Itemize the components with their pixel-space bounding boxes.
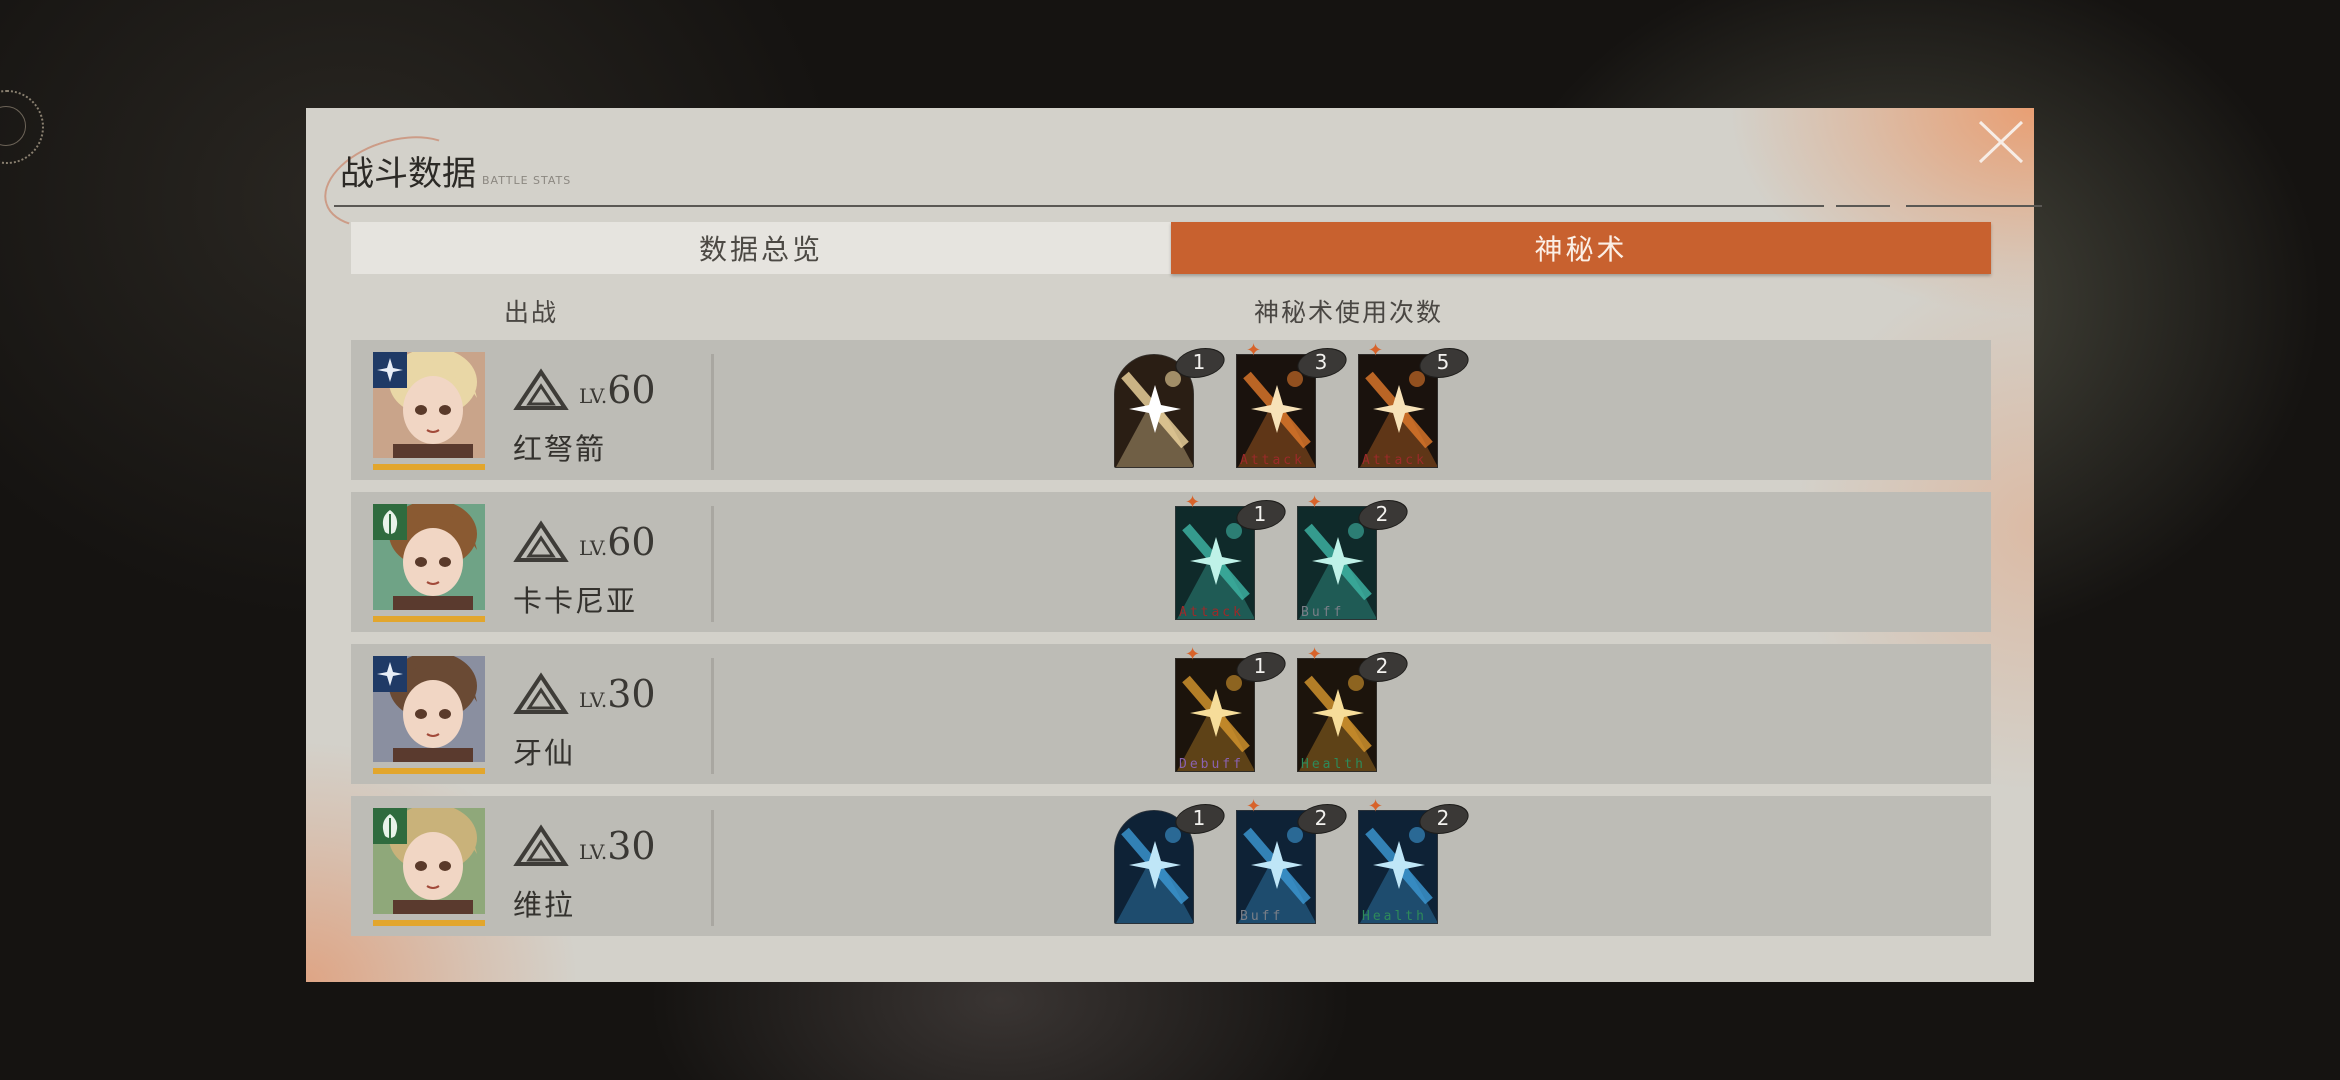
usage-count: 3: [1314, 350, 1328, 374]
insight-rank-icon: [513, 520, 569, 568]
rarity-star-icon: ✦: [1307, 492, 1323, 513]
character-portrait[interactable]: [373, 504, 485, 622]
column-header-deploy: 出战: [504, 298, 559, 327]
arcane-card-list: Debuff ✦ 1 Health ✦ 2: [1175, 646, 1413, 776]
usage-count: 1: [1253, 502, 1267, 526]
close-button[interactable]: [1964, 108, 2034, 178]
character-row: LV.60 卡卡尼亚 Attack ✦ 1 Buff ✦ 2: [351, 492, 1991, 632]
row-divider: [711, 810, 714, 926]
card-type-label: Attack: [1362, 453, 1427, 468]
afflatus-plant-icon: [373, 808, 407, 844]
row-divider: [711, 506, 714, 622]
level-number: 60: [607, 520, 656, 564]
character-name: 维拉: [513, 888, 576, 922]
rarity-star-icon: ✦: [1185, 492, 1201, 513]
usage-count: 1: [1192, 350, 1206, 374]
usage-count: 2: [1375, 654, 1389, 678]
title-subtitle: BATTLE STATS: [482, 174, 572, 187]
character-portrait[interactable]: [373, 352, 485, 470]
card-type-label: Buff: [1301, 605, 1345, 620]
afflatus-plant-icon: [373, 504, 407, 540]
level-prefix: LV.: [579, 536, 608, 560]
row-divider: [711, 658, 714, 774]
card-type-label: Debuff: [1179, 757, 1244, 772]
rarity-star-icon: ✦: [1368, 340, 1384, 361]
character-level: LV.60: [579, 368, 656, 412]
title-divider: [334, 205, 1824, 207]
afflatus-star-icon: [373, 656, 407, 692]
arcane-card-health[interactable]: Health ✦ 2: [1297, 646, 1413, 772]
arcane-card-buff[interactable]: Buff ✦ 2: [1297, 494, 1413, 620]
insight-rank-icon: [513, 824, 569, 872]
character-row: LV.30 牙仙 Debuff ✦ 1 Health ✦ 2: [351, 644, 1991, 784]
card-type-label: Health: [1301, 757, 1366, 772]
arcane-card-ultimate[interactable]: 1: [1114, 348, 1230, 468]
character-name: 红弩箭: [513, 432, 607, 466]
tab-bar: 数据总览 神秘术: [351, 222, 1991, 274]
character-row: LV.60 红弩箭 1 Attack ✦ 3 Attack ✦ 5: [351, 340, 1991, 480]
card-type-label: Health: [1362, 909, 1427, 924]
level-prefix: LV.: [579, 384, 608, 408]
character-level: LV.60: [579, 520, 656, 564]
arcane-card-buff[interactable]: Buff ✦ 2: [1236, 798, 1352, 924]
level-number: 60: [607, 368, 656, 412]
usage-count: 5: [1436, 350, 1450, 374]
rarity-star-icon: ✦: [1246, 340, 1262, 361]
insight-rank-icon: [513, 672, 569, 720]
rarity-star-icon: ✦: [1246, 796, 1262, 817]
row-divider: [711, 354, 714, 470]
rarity-star-icon: ✦: [1185, 644, 1201, 665]
background-emblem: [0, 90, 44, 164]
usage-count: 1: [1192, 806, 1206, 830]
arcane-card-health[interactable]: Health ✦ 2: [1358, 798, 1474, 924]
arcane-card-attack[interactable]: Attack ✦ 1: [1175, 494, 1291, 620]
character-level: LV.30: [579, 672, 656, 716]
arcane-card-list: 1 Buff ✦ 2 Health ✦ 2: [1114, 798, 1474, 928]
insight-rank-icon: [513, 368, 569, 416]
arcane-card-ultimate[interactable]: 1: [1114, 804, 1230, 924]
card-type-label: Attack: [1240, 453, 1305, 468]
usage-count: 1: [1253, 654, 1267, 678]
character-level: LV.30: [579, 824, 656, 868]
level-prefix: LV.: [579, 840, 608, 864]
title-text: 战斗数据: [340, 154, 476, 194]
character-name: 卡卡尼亚: [513, 584, 638, 618]
battle-stats-panel: 战斗数据 BATTLE STATS 数据总览 神秘术 出战 神秘术使用次数 LV…: [306, 108, 2042, 982]
character-row: LV.30 维拉 1 Buff ✦ 2 Health ✦ 2: [351, 796, 1991, 936]
column-header-arcane-usage: 神秘术使用次数: [1254, 298, 1444, 327]
usage-count: 2: [1375, 502, 1389, 526]
arcane-card-debuff[interactable]: Debuff ✦ 1: [1175, 646, 1291, 772]
arcane-card-list: Attack ✦ 1 Buff ✦ 2: [1175, 494, 1413, 624]
card-type-label: Buff: [1240, 909, 1284, 924]
character-name: 牙仙: [513, 736, 576, 770]
title-divider-end: [1906, 205, 2042, 207]
arcane-card-attack[interactable]: Attack ✦ 3: [1236, 342, 1352, 468]
character-portrait[interactable]: [373, 808, 485, 926]
tab-overview[interactable]: 数据总览: [351, 222, 1171, 274]
level-prefix: LV.: [579, 688, 608, 712]
rarity-star-icon: ✦: [1368, 796, 1384, 817]
character-portrait[interactable]: [373, 656, 485, 774]
level-number: 30: [607, 824, 656, 868]
title-divider-short: [1836, 205, 1890, 207]
afflatus-star-icon: [373, 352, 407, 388]
card-type-label: Attack: [1179, 605, 1244, 620]
usage-count: 2: [1436, 806, 1450, 830]
arcane-card-attack[interactable]: Attack ✦ 5: [1358, 342, 1474, 468]
level-number: 30: [607, 672, 656, 716]
tab-arcane[interactable]: 神秘术: [1171, 222, 1991, 274]
rarity-star-icon: ✦: [1307, 644, 1323, 665]
arcane-card-list: 1 Attack ✦ 3 Attack ✦ 5: [1114, 342, 1474, 472]
usage-count: 2: [1314, 806, 1328, 830]
close-icon: [1978, 120, 2024, 164]
